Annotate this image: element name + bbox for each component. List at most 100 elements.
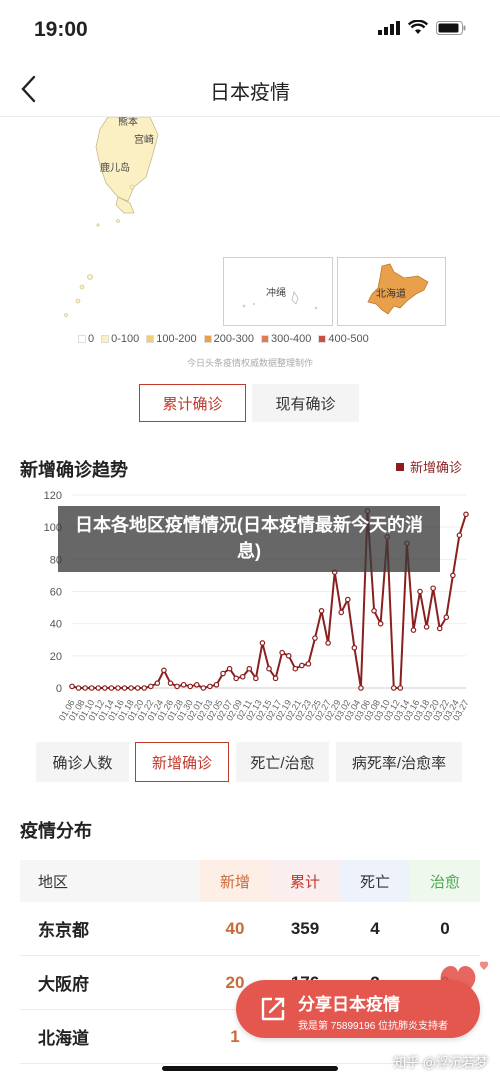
data-point <box>253 675 259 682</box>
data-point <box>417 588 423 595</box>
map-label-miyazaki: 宫崎 <box>134 133 154 146</box>
data-point <box>410 627 417 633</box>
data-point <box>246 665 253 672</box>
legend-item: 100-200 <box>146 333 197 345</box>
legend-label: 200-300 <box>213 333 255 345</box>
region-name: 东京都 <box>38 921 89 940</box>
data-point <box>167 680 174 686</box>
table-row[interactable]: 东京都 40 359 4 0 <box>20 902 480 956</box>
legend-swatch <box>395 462 404 471</box>
share-title: 分享日本疫情 <box>298 995 400 1014</box>
tab-confirmed-count[interactable]: 确诊人数 <box>36 742 129 782</box>
data-point <box>318 608 325 614</box>
data-point <box>193 681 200 688</box>
data-point <box>121 685 128 691</box>
data-point <box>239 673 246 680</box>
map-source: 今日头条疫情权威数据整理制作 <box>186 358 313 368</box>
data-point <box>154 680 161 686</box>
data-point <box>180 681 187 688</box>
legend-swatch <box>203 335 212 343</box>
data-point <box>450 572 456 579</box>
page-title: 日本疫情 <box>210 82 290 104</box>
y-tick-label: 60 <box>50 587 62 599</box>
legend-swatch <box>261 335 270 343</box>
data-point <box>443 614 450 621</box>
data-point <box>233 675 239 682</box>
region-name: 大阪府 <box>38 975 89 994</box>
header-recovered[interactable]: 治愈 <box>410 860 480 902</box>
header-new[interactable]: 新增 <box>200 860 270 902</box>
home-indicator <box>162 1066 338 1071</box>
y-tick-label: 20 <box>50 651 62 663</box>
tab-new-confirmed[interactable]: 新增确诊 <box>135 742 229 782</box>
share-icon <box>261 997 285 1021</box>
cumulative-cases: 359 <box>290 918 320 938</box>
map-legend: 0 0-100 100-200 200-300 300-400 400-500 <box>78 333 369 345</box>
region-name: 北海道 <box>38 1029 89 1048</box>
okinawa-label: 冲绳 <box>266 288 286 299</box>
status-icons <box>378 20 466 35</box>
data-point <box>436 625 443 632</box>
data-point <box>108 685 115 691</box>
header-region[interactable]: 地区 <box>20 860 200 902</box>
watermark: 知乎 @浮沉若梦 <box>393 1055 488 1070</box>
legend-label: 0-100 <box>111 333 140 345</box>
tab-fatality-recovery-rate[interactable]: 病死率/治愈率 <box>336 742 462 782</box>
data-point <box>358 685 364 691</box>
hokkaido-inset[interactable]: 北海道 <box>337 257 446 326</box>
data-point <box>200 685 207 691</box>
legend-item: 200-300 <box>203 333 255 345</box>
data-point <box>351 644 358 651</box>
data-point <box>463 511 469 518</box>
article-title-banner: 日本各地区疫情情况(日本疫情最新今天的消息) <box>58 506 440 572</box>
header-cumulative[interactable]: 累计 <box>270 860 340 902</box>
share-button[interactable]: 分享日本疫情 我是第 75899196 位抗肺炎支持者 <box>236 980 480 1038</box>
wifi-icon <box>408 20 428 34</box>
data-point <box>134 685 141 691</box>
deaths: 4 <box>370 918 380 938</box>
signal-icon <box>378 20 400 35</box>
data-point <box>423 624 430 630</box>
data-point <box>148 683 154 690</box>
map-label-kumamoto: 熊本 <box>118 117 138 128</box>
data-point <box>161 667 167 674</box>
chart-legend-label: 新增确诊 <box>409 460 462 475</box>
tab-death-recovery[interactable]: 死亡/治愈 <box>236 742 329 782</box>
data-point <box>299 662 305 669</box>
data-point <box>390 685 397 691</box>
legend-item: 0-100 <box>101 333 139 345</box>
status-time: 19:00 <box>34 18 88 41</box>
data-point <box>305 661 312 667</box>
data-point <box>102 685 108 691</box>
data-point <box>174 683 180 690</box>
chart-legend: 新增确诊 <box>395 457 462 476</box>
data-point <box>115 685 121 691</box>
new-cases: 40 <box>225 918 245 938</box>
cumulative-confirmed-toggle[interactable]: 累计确诊 <box>139 384 246 422</box>
data-point <box>397 685 404 691</box>
legend-swatch <box>146 335 155 343</box>
data-point <box>141 685 148 691</box>
legend-item: 400-500 <box>318 333 369 345</box>
kyushu-region <box>95 117 159 202</box>
map-label-kagoshima: 鹿儿岛 <box>100 161 130 174</box>
data-point <box>88 685 95 691</box>
battery-icon <box>436 20 466 35</box>
hokkaido-label: 北海道 <box>376 289 406 300</box>
data-point <box>272 675 279 682</box>
data-point <box>266 665 272 672</box>
y-tick-label: 120 <box>44 490 62 502</box>
data-point <box>220 670 226 677</box>
data-point <box>377 620 384 627</box>
data-point <box>456 532 463 539</box>
distribution-title: 疫情分布 <box>20 821 92 841</box>
header-deaths[interactable]: 死亡 <box>340 860 410 902</box>
current-confirmed-toggle[interactable]: 现有确诊 <box>252 384 359 422</box>
okinawa-inset[interactable]: 冲绳 <box>223 257 333 326</box>
data-point <box>226 665 233 672</box>
data-point <box>213 681 220 688</box>
data-point <box>312 635 318 641</box>
legend-label: 400-500 <box>328 333 369 345</box>
data-point <box>187 683 194 690</box>
recovered: 0 <box>440 918 450 938</box>
